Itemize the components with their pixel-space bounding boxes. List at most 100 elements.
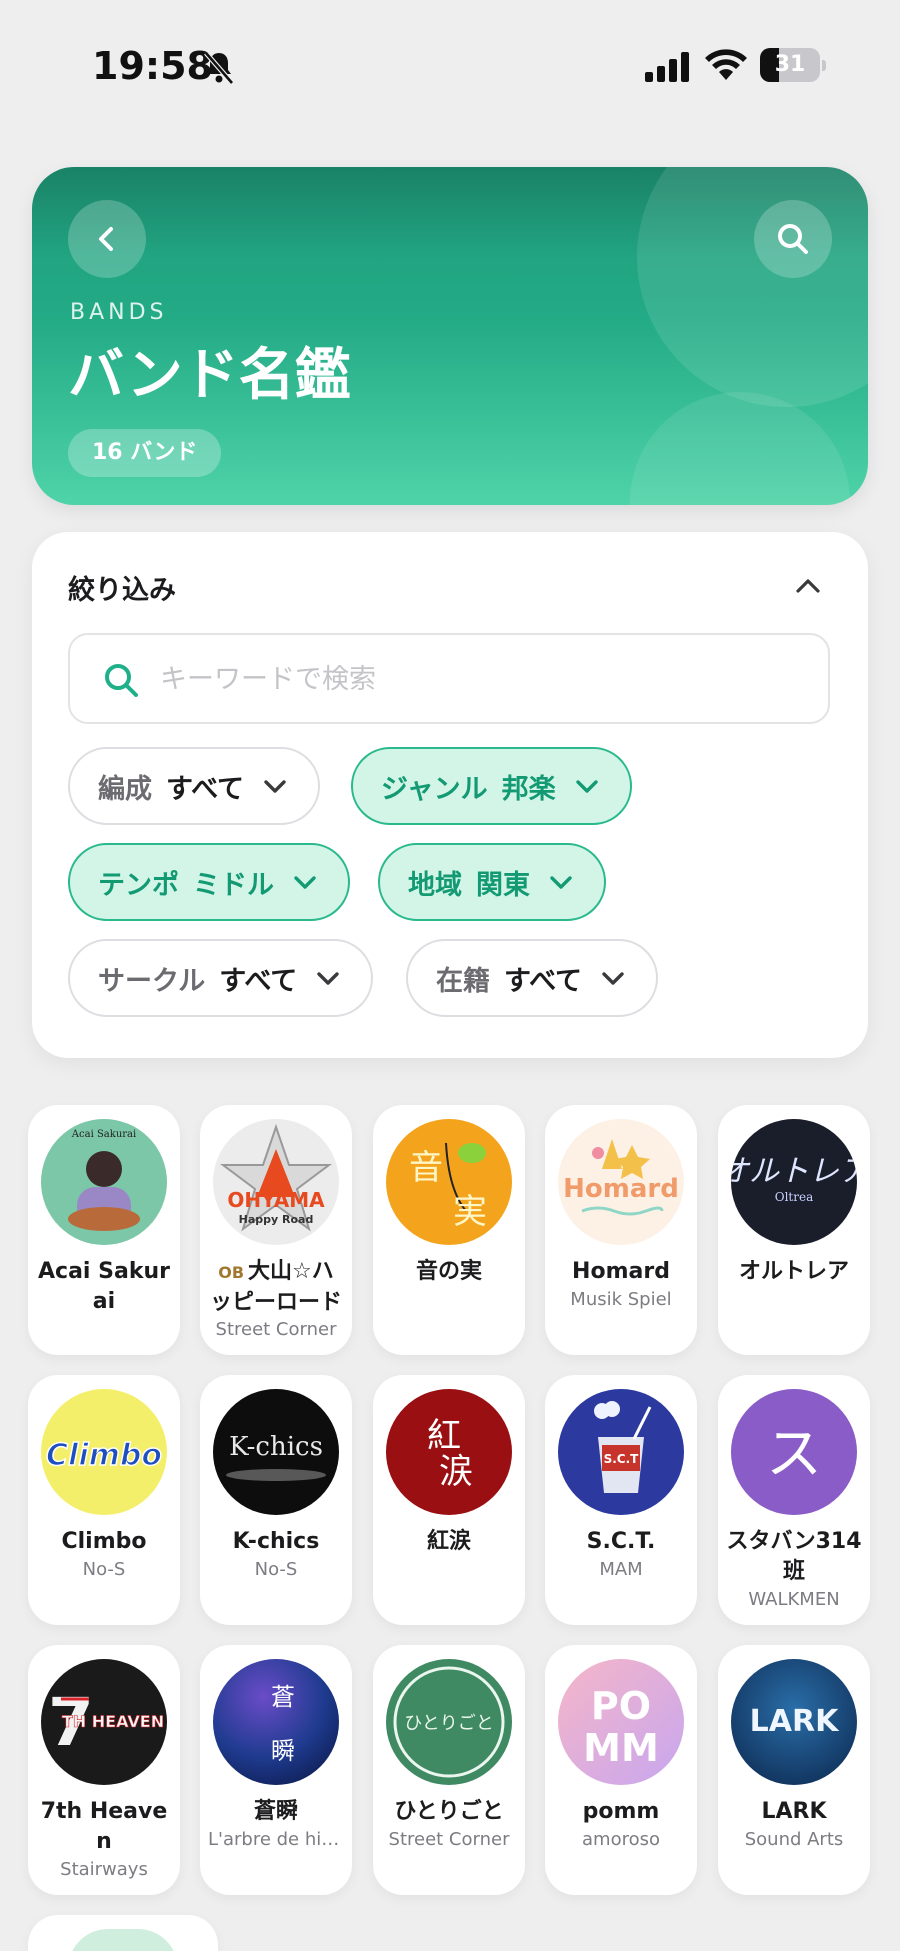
band-circle-name: Street Corner bbox=[388, 1829, 510, 1850]
band-name: 紅涙 bbox=[381, 1527, 517, 1557]
band-circle-name: WALKMEN bbox=[748, 1589, 840, 1610]
band-name-text: K-chics bbox=[232, 1529, 320, 1554]
status-bar: 19:58 31 bbox=[0, 0, 900, 130]
svg-text:PO: PO bbox=[591, 1684, 651, 1728]
svg-text:Acai Sakurai: Acai Sakurai bbox=[71, 1129, 136, 1140]
band-card[interactable] bbox=[28, 1915, 218, 1951]
chevron-down-icon bbox=[264, 780, 286, 793]
band-card[interactable]: Climbo Climbo No-S bbox=[28, 1375, 180, 1625]
band-avatar bbox=[68, 1929, 178, 1951]
band-name-text: LARK bbox=[761, 1799, 827, 1824]
band-circle-name: L'arbre de hiver bbox=[208, 1829, 344, 1850]
status-time: 19:58 bbox=[92, 44, 213, 88]
band-name: pomm bbox=[553, 1797, 689, 1827]
svg-text:実: 実 bbox=[453, 1192, 487, 1232]
band-card[interactable]: S.C.T S.C.T. MAM bbox=[545, 1375, 697, 1625]
band-name: LARK bbox=[726, 1797, 862, 1827]
hero-eyebrow: BANDS bbox=[70, 300, 168, 325]
band-circle-name: No-S bbox=[82, 1559, 126, 1580]
band-name: ひとりごと bbox=[381, 1797, 517, 1827]
filter-chip-key: 編成 bbox=[98, 773, 152, 805]
battery-icon: 31 bbox=[760, 48, 826, 82]
band-card[interactable]: ススタバン314班 WALKMEN bbox=[718, 1375, 870, 1625]
filter-chip-value: すべて bbox=[504, 965, 583, 997]
band-avatar: 蒼瞬 bbox=[213, 1659, 339, 1785]
wifi-icon bbox=[705, 49, 747, 80]
band-avatar: ひとりごと bbox=[386, 1659, 512, 1785]
svg-text:Oltrea: Oltrea bbox=[775, 1190, 814, 1204]
band-name-text: Homard bbox=[572, 1259, 670, 1284]
band-avatar: Homard bbox=[558, 1119, 684, 1245]
back-button[interactable] bbox=[68, 200, 146, 278]
chevron-down-icon bbox=[602, 972, 624, 985]
band-card[interactable]: K-chics K-chics No-S bbox=[200, 1375, 352, 1625]
band-circle-name: Musik Spiel bbox=[570, 1289, 672, 1310]
ob-badge: OB bbox=[218, 1263, 245, 1282]
filter-collapse-button[interactable] bbox=[790, 568, 826, 604]
band-card[interactable]: オルトレアOltreaオルトレア bbox=[718, 1105, 870, 1355]
svg-text:K-chics: K-chics bbox=[229, 1432, 323, 1462]
chevron-down-icon bbox=[575, 780, 598, 793]
filter-chip-key: ジャンル bbox=[381, 773, 488, 805]
band-name-text: ひとりごと bbox=[394, 1799, 504, 1824]
filter-chip-key: 地域 bbox=[408, 869, 462, 901]
band-card[interactable]: 蒼瞬蒼瞬 L'arbre de hiver bbox=[200, 1645, 352, 1895]
band-avatar: 7 TH HEAVEN bbox=[41, 1659, 167, 1785]
svg-text:LARK: LARK bbox=[750, 1704, 840, 1739]
filter-chip-value: ミドル bbox=[193, 869, 274, 901]
filter-chip-value: 邦楽 bbox=[501, 773, 556, 805]
page-title: バンド名鑑 bbox=[68, 343, 351, 408]
band-name: Climbo bbox=[36, 1527, 172, 1557]
filter-title: 絞り込み bbox=[68, 575, 176, 606]
filter-chip-4[interactable]: サークル すべて bbox=[68, 939, 374, 1017]
keyword-search-field[interactable] bbox=[68, 633, 830, 724]
filter-chip-3[interactable]: 地域 関東 bbox=[378, 843, 606, 921]
band-avatar: 音実 bbox=[386, 1119, 512, 1245]
svg-text:瞬: 瞬 bbox=[271, 1737, 295, 1765]
filter-chip-key: 在籍 bbox=[436, 965, 490, 997]
band-card[interactable]: PO MM pomm amoroso bbox=[545, 1645, 697, 1895]
filter-chip-5[interactable]: 在籍 すべて bbox=[406, 939, 659, 1017]
band-card[interactable]: Homard Homard Musik Spiel bbox=[545, 1105, 697, 1355]
cellular-signal-icon bbox=[645, 52, 689, 82]
filter-chip-1[interactable]: ジャンル 邦楽 bbox=[351, 747, 632, 825]
band-avatar: LARK bbox=[731, 1659, 857, 1785]
svg-text:蒼: 蒼 bbox=[271, 1683, 295, 1711]
band-card[interactable]: OHYAMA Happy Road OB 大山☆ハッピーロード Street Corne… bbox=[200, 1105, 352, 1355]
band-name: K-chics bbox=[208, 1527, 344, 1557]
band-name-text: Acai Sakurai bbox=[38, 1259, 170, 1314]
search-icon bbox=[105, 664, 138, 697]
band-name: Acai Sakurai bbox=[36, 1257, 172, 1317]
svg-text:ス: ス bbox=[766, 1422, 822, 1487]
band-name: OB 大山☆ハッピーロード bbox=[208, 1257, 344, 1318]
band-name-text: 7th Heaven bbox=[40, 1799, 168, 1854]
band-card[interactable]: 7 TH HEAVEN 7th Heaven Stairways bbox=[28, 1645, 180, 1895]
chevron-down-icon bbox=[294, 876, 316, 889]
band-name: 蒼瞬 bbox=[208, 1797, 344, 1827]
filter-chip-value: 関東 bbox=[476, 869, 530, 901]
filter-chip-2[interactable]: テンポ ミドル bbox=[68, 843, 350, 921]
band-name: 音の実 bbox=[381, 1257, 517, 1287]
band-name: スタバン314班 bbox=[726, 1527, 862, 1587]
band-name-text: 紅涙 bbox=[426, 1529, 471, 1554]
band-name-text: スタバン314班 bbox=[726, 1529, 862, 1584]
bell-slash-icon bbox=[204, 51, 234, 85]
band-card[interactable]: 音実音の実 bbox=[373, 1105, 525, 1355]
svg-text:ひとりごと: ひとりごと bbox=[404, 1713, 493, 1734]
keyword-search-input[interactable] bbox=[160, 653, 800, 705]
svg-text:オルトレア: オルトレア bbox=[731, 1154, 857, 1189]
band-name-text: 音の実 bbox=[415, 1259, 482, 1284]
band-circle-name: Street Corner bbox=[215, 1319, 337, 1340]
band-card[interactable]: 紅涙紅涙 bbox=[373, 1375, 525, 1625]
band-name: 7th Heaven bbox=[36, 1797, 172, 1857]
band-name: オルトレア bbox=[726, 1257, 862, 1287]
band-card[interactable]: ひとりごと ひとりごと Street Corner bbox=[373, 1645, 525, 1895]
band-avatar: 紅涙 bbox=[386, 1389, 512, 1515]
band-card[interactable]: Acai Sakurai Acai Sakurai bbox=[28, 1105, 180, 1355]
filter-chip-0[interactable]: 編成 すべて bbox=[68, 747, 321, 825]
band-avatar: Acai Sakurai bbox=[41, 1119, 167, 1245]
search-button[interactable] bbox=[754, 200, 832, 278]
svg-text:音: 音 bbox=[409, 1148, 443, 1188]
band-card[interactable]: LARK LARK Sound Arts bbox=[718, 1645, 870, 1895]
chevron-down-icon bbox=[317, 972, 339, 985]
